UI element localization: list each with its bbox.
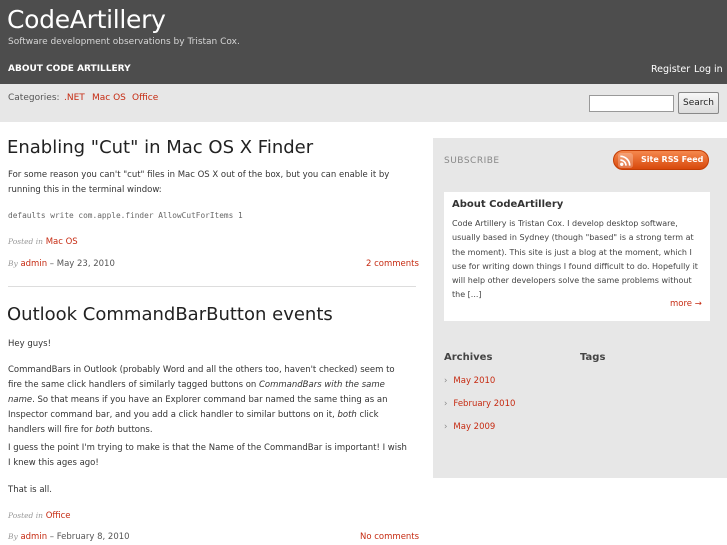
site-tagline: Software development observations by Tri…: [8, 37, 240, 47]
archive-link-may-2010[interactable]: › May 2010: [444, 376, 495, 386]
subscribe-label: SUBSCRIBE: [444, 156, 500, 166]
archive-label: May 2010: [453, 376, 496, 386]
post-category-line: Posted in Office: [8, 511, 71, 521]
login-link[interactable]: Log in: [694, 64, 723, 75]
post-paragraph: I guess the point I'm trying to make is …: [8, 443, 407, 468]
bullet-icon: ›: [444, 376, 448, 386]
author-link[interactable]: admin: [20, 532, 47, 542]
post-byline: By admin – May 23, 2010: [8, 259, 115, 269]
post-text-run: buttons.: [114, 425, 153, 435]
post-paragraph: CommandBars in Outlook (probably Word an…: [8, 363, 408, 438]
post-text-emphasis: both: [95, 425, 115, 435]
post-text-run: . So that means if you have an Explorer …: [8, 395, 388, 420]
by-label: By: [8, 259, 18, 268]
categories-label: Categories:: [8, 93, 60, 103]
rss-feed-label: Site RSS Feed: [641, 155, 704, 164]
author-link[interactable]: admin: [20, 259, 47, 269]
nav-about-link[interactable]: ABOUT CODE ARTILLERY: [8, 64, 131, 74]
comments-link[interactable]: 2 comments: [366, 259, 419, 269]
category-link-dotnet[interactable]: .NET: [64, 93, 85, 103]
posted-in-label: Posted in: [8, 511, 43, 520]
posted-in-label: Posted in: [8, 237, 43, 246]
about-more-link[interactable]: more →: [670, 299, 702, 309]
archive-label: February 2010: [453, 399, 516, 409]
post-category-line: Posted in Mac OS: [8, 237, 78, 247]
post-text-emphasis: both: [337, 410, 357, 420]
post-paragraph: For some reason you can't "cut" files in…: [8, 170, 390, 195]
category-link-macos[interactable]: Mac OS: [92, 93, 126, 103]
about-widget-text: Code Artillery is Tristan Cox. I develop…: [452, 219, 698, 300]
post-category-link[interactable]: Mac OS: [46, 237, 78, 247]
rss-feed-button[interactable]: Site RSS Feed: [613, 150, 709, 170]
post-date: – May 23, 2010: [47, 259, 115, 269]
post-paragraph: That is all.: [8, 485, 52, 495]
rss-icon: [618, 153, 633, 168]
bullet-icon: ›: [444, 399, 448, 409]
post-title[interactable]: Enabling "Cut" in Mac OS X Finder: [7, 137, 313, 158]
about-widget-title: About CodeArtillery: [452, 199, 564, 210]
tags-title: Tags: [580, 352, 606, 363]
register-link[interactable]: Register: [651, 64, 690, 75]
post-title[interactable]: Outlook CommandBarButton events: [7, 304, 333, 325]
post-date: – February 8, 2010: [47, 532, 130, 542]
archive-label: May 2009: [453, 422, 496, 432]
comments-link[interactable]: No comments: [360, 532, 419, 542]
category-link-office[interactable]: Office: [132, 93, 158, 103]
search-input[interactable]: [589, 95, 674, 112]
post-byline: By admin – February 8, 2010: [8, 532, 130, 542]
post-divider: [8, 286, 416, 287]
archives-title: Archives: [444, 352, 493, 363]
archive-link-feb-2010[interactable]: › February 2010: [444, 399, 515, 409]
code-snippet: defaults write com.apple.finder AllowCut…: [8, 211, 243, 220]
post-category-link[interactable]: Office: [46, 511, 71, 521]
bullet-icon: ›: [444, 422, 448, 432]
search-button[interactable]: Search: [678, 92, 719, 114]
site-title[interactable]: CodeArtillery: [7, 5, 166, 34]
by-label: By: [8, 532, 18, 541]
post-paragraph: Hey guys!: [8, 339, 52, 349]
archive-link-may-2009[interactable]: › May 2009: [444, 422, 495, 432]
